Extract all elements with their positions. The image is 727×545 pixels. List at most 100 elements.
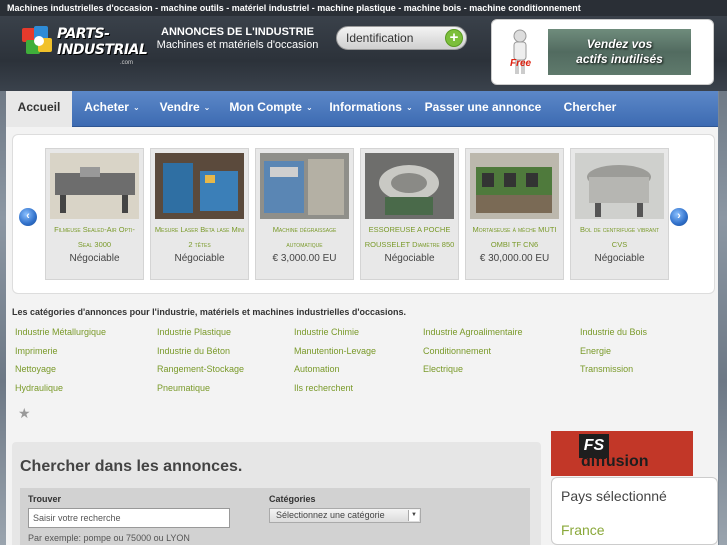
category-link[interactable]: Nettoyage (15, 364, 56, 374)
category-link[interactable]: Imprimerie (15, 346, 58, 356)
nav-accueil-label: Accueil (17, 100, 61, 114)
nav-informations[interactable]: Informations ⌄ (326, 91, 416, 127)
category-link[interactable]: Industrie du Bois (580, 327, 647, 337)
nav-acheter-label: Acheter (84, 100, 129, 114)
category-link[interactable]: Ils recherchent (294, 383, 353, 393)
carousel-next-button[interactable]: › (670, 208, 688, 226)
promo-image: Vendez vos actifs inutilisés (548, 29, 691, 75)
category-link[interactable]: Conditionnement (423, 346, 491, 356)
category-link[interactable]: Manutention-Levage (294, 346, 376, 356)
top-keyword-text: Machines industrielles d'occasion - mach… (7, 3, 581, 13)
search-input[interactable] (28, 508, 230, 528)
listing-image (260, 153, 349, 219)
promo-line2: actifs inutilisés (576, 52, 663, 66)
listing-card[interactable]: Mesure Laser Beta lase Mini 2 têtes Négo… (150, 148, 249, 280)
main-container: Accueil Acheter ⌄ Vendre ⌄ Mon Compte ⌄ Inf… (6, 91, 718, 545)
listing-image (575, 153, 664, 219)
nav-mon-compte[interactable]: Mon Compte ⌄ (226, 91, 316, 127)
site-logo[interactable]: PARTS-INDUSTRIAL .com (20, 22, 148, 66)
listing-title: Filmeuse Sealed-Air Opti-Seal 3000 (54, 225, 135, 249)
logo-text: PARTS-INDUSTRIAL (57, 26, 148, 58)
category-link[interactable]: Transmission (580, 364, 633, 374)
country-value[interactable]: France (561, 522, 605, 538)
listing-image (470, 153, 559, 219)
chevron-down-icon: ⌄ (203, 103, 211, 112)
listing-image (365, 153, 454, 219)
nav-accueil[interactable]: Accueil (6, 91, 72, 127)
listing-image (50, 153, 139, 219)
site-header: PARTS-INDUSTRIAL .com ANNONCES DE L'INDU… (0, 16, 727, 91)
carousel-prev-button[interactable]: ‹ (19, 208, 37, 226)
listing-price: € 3,000.00 EU (272, 253, 337, 264)
search-title: Chercher dans les annonces. (20, 458, 243, 475)
identification-button[interactable]: Identification + (336, 26, 467, 50)
listing-card[interactable]: Filmeuse Sealed-Air Opti-Seal 3000 Négoc… (45, 148, 144, 280)
country-panel: Pays sélectionné France (551, 477, 718, 545)
chevron-down-icon: ▼ (408, 510, 419, 521)
header-tagline: ANNONCES DE L'INDUSTRIE Machines et maté… (150, 26, 325, 52)
category-link[interactable]: Electrique (423, 364, 463, 374)
chevron-down-icon: ⌄ (405, 103, 413, 112)
sell-assets-banner[interactable]: Free Vendez vos actifs inutilisés (491, 19, 714, 85)
nav-mon-compte-label: Mon Compte (229, 100, 302, 114)
categories-label: Catégories (269, 494, 316, 504)
listing-title: Machine dégraissage automatique (272, 225, 337, 249)
listing-title: Mortaiseuse à mèche MUTI OMBI TF CN6 (472, 225, 557, 249)
fs-logo-word: diffusion (581, 453, 649, 470)
search-panel: Chercher dans les annonces. Trouver Caté… (12, 442, 541, 545)
category-link[interactable]: Industrie du Béton (157, 346, 230, 356)
category-link[interactable]: Hydraulique (15, 383, 63, 393)
listing-card[interactable]: Bol de centrifuge vibrant CVS Négociable (570, 148, 669, 280)
nav-chercher-label: Chercher (563, 100, 617, 114)
category-link[interactable]: Pneumatique (157, 383, 210, 393)
categories-section: Les catégories d'annonces pour l'industr… (12, 307, 715, 319)
star-icon[interactable]: ★ (18, 405, 31, 422)
listing-title: Mesure Laser Beta lase Mini 2 têtes (154, 225, 245, 249)
identification-label: Identification (346, 31, 414, 45)
tagline-line2: Machines et matériels d'occasion (156, 39, 319, 51)
nav-chercher[interactable]: Chercher (558, 91, 622, 127)
plus-icon: + (445, 29, 463, 47)
listing-title: ESSOREUSE A POCHE ROUSSELET Diamètre 850 (364, 225, 455, 249)
category-link[interactable]: Industrie Chimie (294, 327, 359, 337)
nav-vendre-label: Vendre (159, 100, 200, 114)
listing-card[interactable]: Mortaiseuse à mèche MUTI OMBI TF CN6 € 3… (465, 148, 564, 280)
country-label: Pays sélectionné (561, 488, 667, 504)
category-link[interactable]: Automation (294, 364, 340, 374)
nav-passer-annonce[interactable]: Passer une annonce (424, 91, 542, 127)
listing-carousel: ‹ › Filmeuse Sealed-Air Opti-Seal 3000 N… (12, 134, 715, 294)
promo-line1: Vendez vos (586, 37, 653, 51)
category-link[interactable]: Industrie Métallurgique (15, 327, 106, 337)
top-keyword-bar: Machines industrielles d'occasion - mach… (0, 0, 727, 16)
fs-diffusion-logo[interactable]: FS diffusion (551, 431, 693, 476)
arrow-left-icon: ‹ (26, 210, 30, 222)
nav-vendre[interactable]: Vendre ⌄ (154, 91, 216, 127)
category-link[interactable]: Industrie Agroalimentaire (423, 327, 523, 337)
person-icon (513, 29, 527, 74)
search-example: Par exemple: pompe ou 75000 ou LYON (28, 533, 190, 543)
trouver-label: Trouver (28, 494, 62, 504)
listing-card[interactable]: Machine dégraissage automatique € 3,000.… (255, 148, 354, 280)
listing-card[interactable]: ESSOREUSE A POCHE ROUSSELET Diamètre 850… (360, 148, 459, 280)
category-select[interactable]: Sélectionnez une catégorie ▼ (269, 508, 421, 523)
listing-price: Négociable (174, 253, 225, 264)
nav-passer-annonce-label: Passer une annonce (424, 100, 542, 114)
search-form: Trouver Catégories Sélectionnez une caté… (20, 488, 530, 545)
category-link[interactable]: Energie (580, 346, 611, 356)
listing-price: Négociable (594, 253, 645, 264)
listing-price: Négociable (384, 253, 435, 264)
category-link[interactable]: Rangement-Stockage (157, 364, 244, 374)
free-label: Free (510, 58, 532, 69)
main-nav: Accueil Acheter ⌄ Vendre ⌄ Mon Compte ⌄ Inf… (6, 91, 718, 127)
nav-acheter[interactable]: Acheter ⌄ (80, 91, 144, 127)
listing-price: Négociable (69, 253, 120, 264)
chevron-down-icon: ⌄ (132, 103, 140, 112)
listing-price: € 30,000.00 EU (479, 253, 550, 264)
logo-icon (22, 26, 52, 54)
category-link[interactable]: Industrie Plastique (157, 327, 231, 337)
listing-image (155, 153, 244, 219)
listing-title: Bol de centrifuge vibrant CVS (579, 225, 660, 249)
chevron-down-icon: ⌄ (305, 103, 313, 112)
tagline-line1: ANNONCES DE L'INDUSTRIE (161, 26, 314, 38)
logo-domain: .com (120, 60, 134, 66)
